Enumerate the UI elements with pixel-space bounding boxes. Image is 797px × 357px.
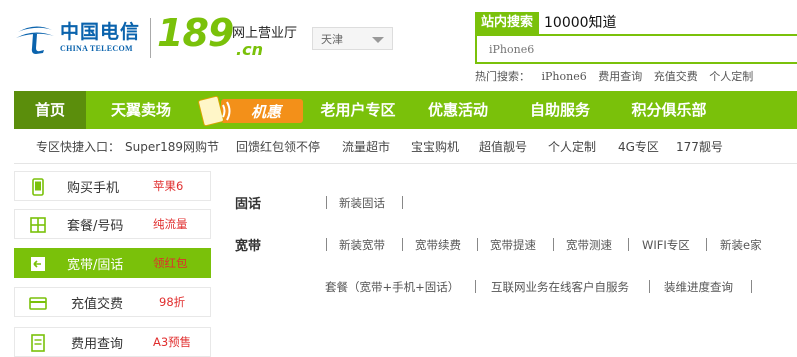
sidebar-item-tag[interactable]: A3预售 xyxy=(153,334,191,350)
brand-cn-name[interactable]: 中国电信 xyxy=(60,17,140,44)
hot-search-item[interactable]: 个人定制 xyxy=(709,70,753,83)
link-online-self-service[interactable]: 互联网业务在线客户自服务 xyxy=(491,279,629,295)
search-tab-10000[interactable]: 10000知道 xyxy=(544,12,617,34)
search-tab-site[interactable]: 站内搜索 xyxy=(475,12,539,34)
link-new-fixed-line[interactable]: 新装固话 xyxy=(339,195,385,211)
shortcut-item[interactable]: 4G专区 xyxy=(618,131,659,163)
sidebar-item-label: 宽带/固话 xyxy=(67,258,124,273)
search-input[interactable] xyxy=(477,36,797,62)
brand-domain: .cn xyxy=(236,40,263,59)
city-selected: 天津 xyxy=(321,33,343,46)
shortcut-item[interactable]: 超值靓号 xyxy=(479,131,527,163)
nav-item-store[interactable]: 天翼卖场 xyxy=(96,91,186,129)
sidebar-item-tag[interactable]: 苹果6 xyxy=(153,178,183,194)
sidebar-item-label: 充值交费 xyxy=(71,297,124,312)
phone-icon xyxy=(32,178,44,196)
city-selector[interactable]: 天津 xyxy=(312,27,393,50)
nav-item-self-service[interactable]: 自助服务 xyxy=(522,91,598,129)
nav-item-old-users[interactable]: 老用户专区 xyxy=(314,91,402,129)
fixed-line-heading: 固话 xyxy=(235,197,262,212)
sidebar-item-recharge[interactable]: 充值交费 98折 xyxy=(14,287,211,317)
shortcut-item[interactable]: 个人定制 xyxy=(548,131,596,163)
divider xyxy=(649,280,650,293)
divider xyxy=(553,238,554,251)
nav-item-home[interactable]: 首页 xyxy=(14,91,86,129)
link-install-progress[interactable]: 装维进度查询 xyxy=(664,279,733,295)
divider xyxy=(628,238,629,251)
card-icon xyxy=(29,297,47,310)
link-bundle-package[interactable]: 套餐（宽带+手机+固话） xyxy=(325,279,459,295)
sidebar-item-buy-phone[interactable]: 购买手机 苹果6 xyxy=(14,171,211,201)
sidebar-item-label: 购买手机 xyxy=(67,181,120,196)
logo-divider xyxy=(150,18,151,58)
brand-189[interactable]: 189 xyxy=(157,14,234,52)
package-icon xyxy=(30,217,46,233)
shortcut-item[interactable]: 宝宝购机 xyxy=(411,131,459,163)
bill-icon xyxy=(31,334,45,352)
divider xyxy=(326,238,327,251)
link-new-ehome[interactable]: 新装e家 xyxy=(720,237,762,253)
brand-en-name: CHINA TELECOM xyxy=(60,44,133,53)
sidebar-item-bill-query[interactable]: 费用查询 A3预售 xyxy=(14,327,211,357)
divider xyxy=(475,280,476,293)
sidebar-item-tag[interactable]: 98折 xyxy=(159,294,185,310)
nav-item-jihui[interactable]: 机惠 xyxy=(251,103,284,121)
link-wifi-zone[interactable]: WIFI专区 xyxy=(642,237,690,253)
hot-search-item[interactable]: iPhone6 xyxy=(542,70,587,83)
link-broadband-speedup[interactable]: 宽带提速 xyxy=(490,237,536,253)
link-broadband-renew[interactable]: 宽带续费 xyxy=(415,237,461,253)
main-nav: 首页 天翼卖场 机惠 老用户专区 优惠活动 自助服务 积分俱乐部 xyxy=(14,91,797,129)
divider xyxy=(751,280,752,293)
china-telecom-logo-icon[interactable] xyxy=(14,20,56,54)
nav-item-promotions[interactable]: 优惠活动 xyxy=(420,91,496,129)
divider xyxy=(477,238,478,251)
shortcut-item[interactable]: Super189网购节 xyxy=(125,131,219,163)
divider xyxy=(326,196,327,209)
shortcut-item[interactable]: 177靓号 xyxy=(676,131,723,163)
divider xyxy=(402,196,403,209)
sidebar-item-label: 费用查询 xyxy=(71,337,124,352)
chevron-down-icon xyxy=(372,37,384,43)
shortcut-label: 专区快捷入口： xyxy=(36,140,121,154)
header: 中国电信 CHINA TELECOM 189 网上营业厅 .cn 天津 站内搜索… xyxy=(0,0,797,90)
divider xyxy=(706,238,707,251)
search-box xyxy=(475,34,797,64)
shortcut-bar: 专区快捷入口： Super189网购节 回馈红包领不停 流量超市 宝宝购机 超值… xyxy=(14,131,797,164)
hot-search-item[interactable]: 费用查询 xyxy=(598,70,642,83)
link-new-broadband[interactable]: 新装宽带 xyxy=(339,237,385,253)
broadband-panel: 固话 新装固话 宽带 新装宽带 宽带续费 宽带提速 宽带测速 WIFI专区 新装… xyxy=(211,171,797,347)
sidebar-item-broadband[interactable]: 宽带/固话 领红包 xyxy=(14,248,211,278)
sidebar-item-tag[interactable]: 领红包 xyxy=(153,255,188,271)
link-broadband-speedtest[interactable]: 宽带测速 xyxy=(566,237,612,253)
brand-subtitle: 网上营业厅 xyxy=(232,26,298,41)
nav-item-points-club[interactable]: 积分俱乐部 xyxy=(624,91,714,129)
hot-search: 热门搜索： iPhone6 费用查询 充值交费 个人定制 xyxy=(475,68,761,84)
divider xyxy=(402,238,403,251)
broadband-icon xyxy=(31,257,45,271)
jihui-promo-banner[interactable]: 机惠 xyxy=(197,96,305,126)
sidebar-item-package[interactable]: 套餐/号码 纯流量 xyxy=(14,209,211,239)
hot-search-label: 热门搜索： xyxy=(475,70,530,83)
shortcut-item[interactable]: 回馈红包领不停 xyxy=(236,131,320,163)
hot-search-item[interactable]: 充值交费 xyxy=(654,70,698,83)
sidebar-item-tag[interactable]: 纯流量 xyxy=(153,216,188,232)
shortcut-item[interactable]: 流量超市 xyxy=(342,131,390,163)
broadband-heading: 宽带 xyxy=(235,239,262,254)
sidebar-item-label: 套餐/号码 xyxy=(67,219,124,234)
